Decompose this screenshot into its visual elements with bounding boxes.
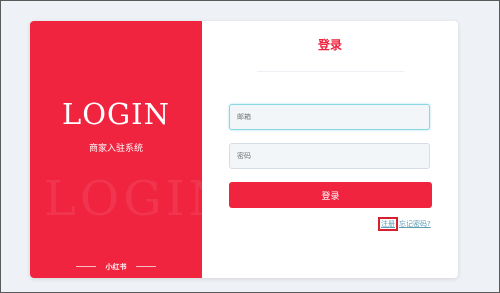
forgot-password-link[interactable]: 忘记密码? bbox=[399, 217, 431, 231]
login-form-panel: 登录 登录 注册 忘记密码? bbox=[202, 21, 458, 278]
login-watermark: LOGIN bbox=[44, 171, 202, 227]
brand-right-line bbox=[135, 266, 156, 267]
title-divider bbox=[257, 71, 404, 72]
form-title: 登录 bbox=[317, 38, 342, 52]
brand-name: 小红书 bbox=[105, 262, 127, 271]
auth-links: 注册 忘记密码? bbox=[378, 217, 438, 231]
email-field[interactable] bbox=[229, 104, 430, 130]
login-heading: LOGIN bbox=[61, 97, 171, 131]
brand-left-line bbox=[76, 266, 97, 267]
register-link[interactable]: 注册 bbox=[378, 217, 398, 231]
browser-viewport: LOGIN 商家入驻系统 LOGIN 小红书 登录 登录 注册 忘记密码? bbox=[0, 0, 500, 293]
password-field[interactable] bbox=[229, 143, 430, 169]
system-subtitle: 商家入驻系统 bbox=[88, 144, 143, 154]
login-card: LOGIN 商家入驻系统 LOGIN 小红书 登录 登录 注册 忘记密码? bbox=[30, 21, 458, 278]
brand-panel: LOGIN 商家入驻系统 LOGIN 小红书 bbox=[30, 21, 202, 278]
brand-footer: 小红书 bbox=[30, 256, 202, 271]
login-button[interactable]: 登录 bbox=[229, 182, 432, 208]
